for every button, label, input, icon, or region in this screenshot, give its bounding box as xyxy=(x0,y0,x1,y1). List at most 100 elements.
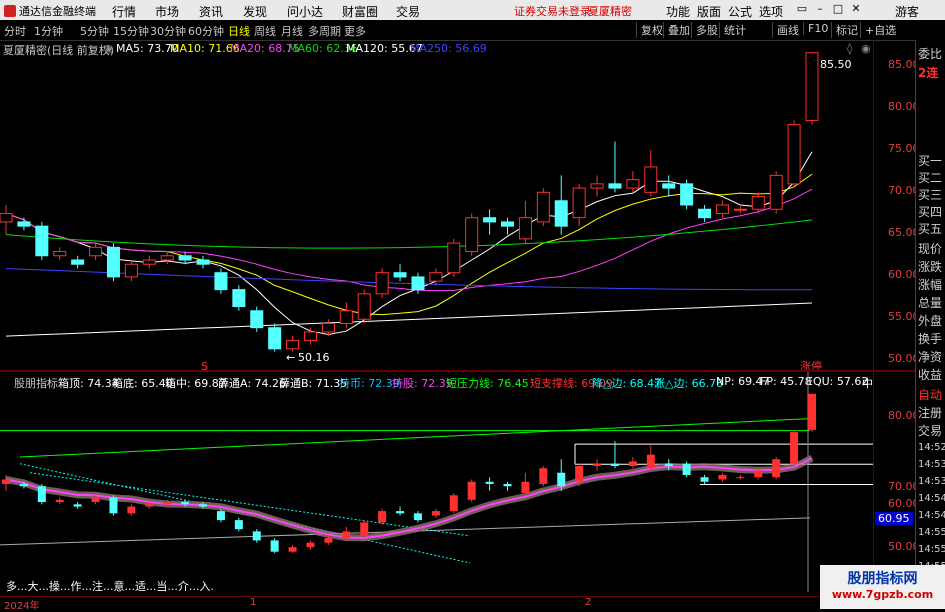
sub-candle-body xyxy=(37,486,46,503)
candle-body xyxy=(787,124,801,185)
candle-body xyxy=(106,246,120,278)
rp-item: 收益 xyxy=(918,368,943,382)
sub-candle-body xyxy=(252,531,261,541)
menu-gongneng[interactable]: 功能 xyxy=(666,3,690,20)
candle-body xyxy=(196,259,210,265)
period-5min[interactable]: 5分钟 xyxy=(80,23,109,39)
f10-button[interactable]: F10 xyxy=(803,22,828,35)
period-monthly[interactable]: 月线 xyxy=(281,23,303,39)
app-title-text: 通达信金融终端 xyxy=(19,5,96,18)
menu-zixun[interactable]: 资讯 xyxy=(199,3,223,20)
add-watchlist-button[interactable]: +自选 xyxy=(860,22,896,38)
sub-candle-body xyxy=(324,538,333,543)
sub-candle-body xyxy=(19,484,28,487)
menu-xuanxiang[interactable]: 选项 xyxy=(759,3,783,20)
rp-item[interactable]: 委比 xyxy=(918,45,942,62)
close-icon[interactable]: ✕ xyxy=(848,2,864,17)
menu-shichang[interactable]: 市场 xyxy=(155,3,179,20)
sub-candle-body xyxy=(342,531,351,539)
sub-candle-body xyxy=(360,522,369,536)
maximize-icon[interactable]: □ xyxy=(830,2,846,17)
sub-candle-body xyxy=(736,477,745,479)
candle-body xyxy=(572,187,586,219)
candle-body xyxy=(250,310,264,329)
indicator-chart[interactable]: 多...大...操...作...注...意...适...当...介...入. xyxy=(0,372,873,592)
sub-candle-body xyxy=(73,504,82,507)
date-label: 2024年 xyxy=(4,601,40,612)
watermark-url: www.7gpzb.com xyxy=(831,588,934,601)
sub-candle-body xyxy=(593,463,602,466)
rp-item: 买三 xyxy=(918,188,943,202)
sub-candle-body xyxy=(306,542,315,548)
menu-hangqing[interactable]: 行情 xyxy=(112,3,136,20)
candle-body xyxy=(501,221,515,227)
period-60min[interactable]: 60分钟 xyxy=(188,23,224,39)
candle-body xyxy=(698,208,712,219)
draw-line-button[interactable]: 画线 xyxy=(772,22,799,38)
candle-body xyxy=(733,208,747,211)
candle-body xyxy=(626,179,640,189)
overlay-button[interactable]: 叠加 xyxy=(663,22,690,38)
date-axis: 2024年 1 2 xyxy=(0,596,873,612)
mark-button[interactable]: 标记 xyxy=(831,22,858,38)
multi-stock-button[interactable]: 多股 xyxy=(691,22,718,38)
rp-item: 买四 xyxy=(918,205,943,219)
window-menu-icon[interactable]: ▭ xyxy=(794,2,810,17)
menu-caifuquan[interactable]: 财富圈 xyxy=(342,3,378,20)
candlestick-chart[interactable]: 85.50 50.16 ← 涨停 S xyxy=(0,40,873,370)
period-multi[interactable]: 多周期 xyxy=(308,23,341,39)
register-link[interactable]: 注册 xyxy=(918,404,942,421)
candle-body xyxy=(142,259,156,265)
auto-trade-link[interactable]: 自动 xyxy=(918,386,942,403)
minimize-icon[interactable]: – xyxy=(812,2,828,17)
sub-candle-body xyxy=(2,479,10,485)
candle-body xyxy=(805,52,819,121)
period-15min[interactable]: 15分钟 xyxy=(113,23,149,39)
rp-item: 买二 xyxy=(918,171,943,185)
menu-wenxiaoda[interactable]: 问小达 xyxy=(287,3,323,20)
sub-candle-body xyxy=(646,454,655,469)
sub-candle-body xyxy=(91,497,100,503)
sub-candle-body xyxy=(539,468,548,485)
period-1min[interactable]: 1分钟 xyxy=(34,23,63,39)
candle-body xyxy=(232,289,246,308)
candle-body xyxy=(680,183,694,206)
candle-body xyxy=(608,183,622,189)
period-more[interactable]: 更多 xyxy=(344,23,366,39)
sub-candle-body xyxy=(163,502,172,505)
stock-name-tag: 夏厦精密 xyxy=(588,5,632,18)
login-warning[interactable]: 证券交易未登录 xyxy=(514,3,591,19)
rp-item: 总量 xyxy=(918,296,943,310)
candle-body xyxy=(53,251,67,257)
rp-item: 外盘 xyxy=(918,314,943,328)
candle-body xyxy=(35,225,49,257)
candle-body xyxy=(0,212,13,223)
sub-candle-body xyxy=(413,513,422,521)
period-daily[interactable]: 日线 xyxy=(228,23,250,39)
trade-link[interactable]: 交易 xyxy=(918,422,942,439)
tick-time: 14:54 xyxy=(918,493,945,504)
channel-top xyxy=(19,418,811,458)
period-weekly[interactable]: 周线 xyxy=(254,23,276,39)
stats-button[interactable]: 统计 xyxy=(719,22,746,38)
rp-item: 买一 xyxy=(918,154,943,168)
candle-body xyxy=(286,339,300,350)
candle-body xyxy=(214,272,228,291)
candle-body xyxy=(17,221,31,227)
rp-item: 买五 xyxy=(918,222,943,236)
sub-candle-body xyxy=(557,472,566,487)
fuquan-button[interactable]: 复权 xyxy=(636,22,663,38)
menu-gongshi[interactable]: 公式 xyxy=(728,3,752,20)
menu-faxian[interactable]: 发现 xyxy=(243,3,267,20)
period-fenshi[interactable]: 分时 xyxy=(4,23,26,39)
period-30min[interactable]: 30分钟 xyxy=(150,23,186,39)
menu-jiaoyi[interactable]: 交易 xyxy=(396,3,420,20)
candle-body xyxy=(124,263,138,278)
candle-body xyxy=(483,217,497,223)
app-logo-icon xyxy=(4,5,16,17)
guest-label[interactable]: 游客 xyxy=(895,3,919,20)
watermark-title: 股朋指标网 xyxy=(847,571,918,587)
tick-time: 14:52 xyxy=(918,442,945,453)
menu-banmian[interactable]: 版面 xyxy=(697,3,721,20)
rp-item: 涨幅 xyxy=(918,278,943,292)
